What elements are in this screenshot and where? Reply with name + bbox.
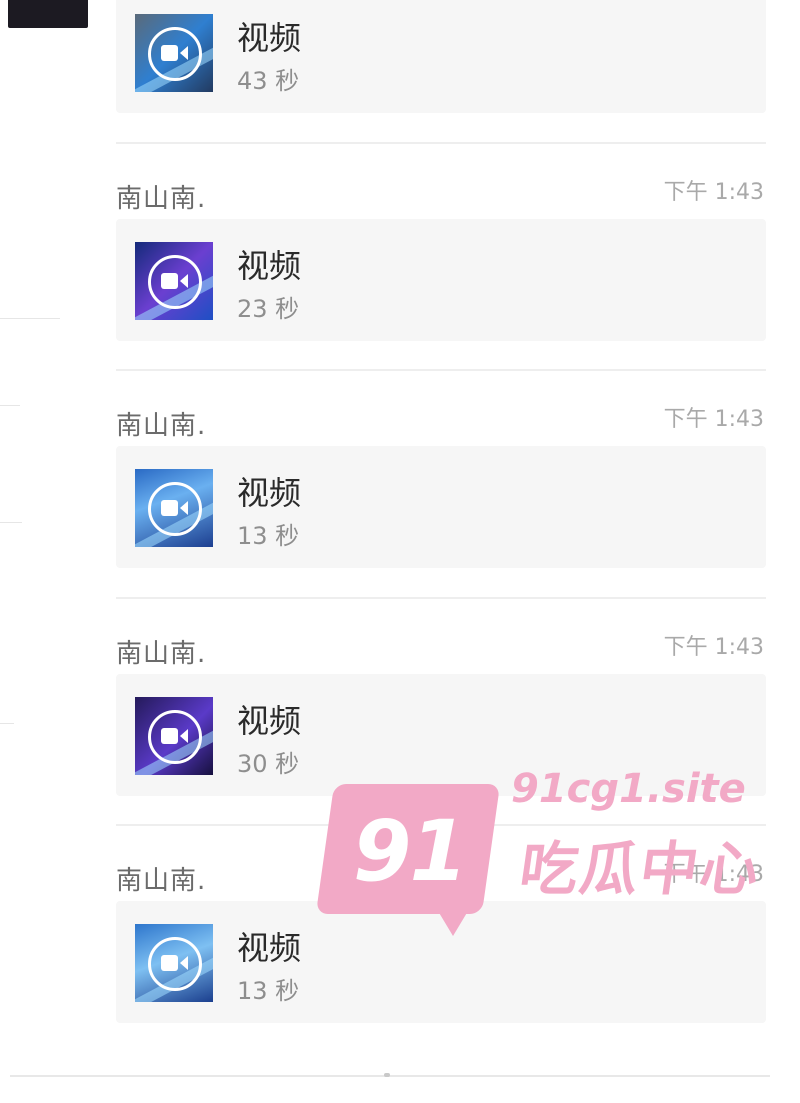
- watermark-title: 吃瓜中心: [515, 835, 766, 903]
- divider: [116, 369, 766, 371]
- divider: [0, 522, 22, 523]
- sender-name[interactable]: 南山南.: [116, 633, 206, 670]
- video-label: 视频: [237, 929, 302, 967]
- message-entry: 南山南. 下午 1:43 视频 23 秒: [116, 172, 766, 364]
- video-card[interactable]: 视频 23 秒: [116, 219, 766, 341]
- message-time: 下午 1:43: [663, 180, 764, 205]
- divider: [116, 597, 766, 599]
- watermark-number: 91: [353, 802, 468, 900]
- video-card[interactable]: 视频 13 秒: [116, 446, 766, 568]
- divider: [0, 318, 60, 319]
- video-label: 视频: [237, 474, 302, 512]
- avatar[interactable]: [8, 0, 88, 28]
- divider: [116, 142, 766, 144]
- video-thumbnail: [135, 924, 213, 1002]
- video-thumbnail: [135, 14, 213, 92]
- video-camera-icon: [148, 710, 202, 764]
- video-thumbnail: [135, 242, 213, 320]
- chat-screen: 视频 43 秒 南山南. 下午 1:43 视频 23 秒 南山南. 下午 1:4…: [0, 0, 800, 1103]
- message-entry: 南山南. 下午 1:43 视频 13 秒: [116, 399, 766, 591]
- video-camera-icon: [148, 255, 202, 309]
- divider: [10, 1075, 770, 1077]
- sender-name[interactable]: 南山南.: [116, 178, 206, 215]
- video-duration: 30 秒: [237, 750, 300, 778]
- scroll-indicator: [384, 1073, 390, 1077]
- message-time: 下午 1:43: [663, 407, 764, 432]
- watermark-bubble-tail: [435, 906, 471, 936]
- video-camera-icon: [148, 27, 202, 81]
- video-camera-icon: [148, 482, 202, 536]
- message-entry: 视频 43 秒: [116, 0, 766, 113]
- video-duration: 23 秒: [237, 295, 300, 323]
- video-thumbnail: [135, 469, 213, 547]
- message-time: 下午 1:43: [663, 635, 764, 660]
- video-label: 视频: [237, 702, 302, 740]
- video-card[interactable]: 视频 43 秒: [116, 0, 766, 113]
- video-camera-icon: [148, 937, 202, 991]
- sender-name[interactable]: 南山南.: [116, 860, 206, 897]
- watermark-site: 91cg1.site: [511, 766, 746, 812]
- video-label: 视频: [237, 247, 302, 285]
- video-thumbnail: [135, 697, 213, 775]
- video-duration: 13 秒: [237, 977, 300, 1005]
- divider: [0, 405, 20, 406]
- video-duration: 43 秒: [237, 67, 300, 95]
- video-label: 视频: [237, 19, 302, 57]
- video-duration: 13 秒: [237, 522, 300, 550]
- watermark: 91 91cg1.site 吃瓜中心: [315, 766, 766, 945]
- sender-name[interactable]: 南山南.: [116, 405, 206, 442]
- divider: [0, 723, 14, 724]
